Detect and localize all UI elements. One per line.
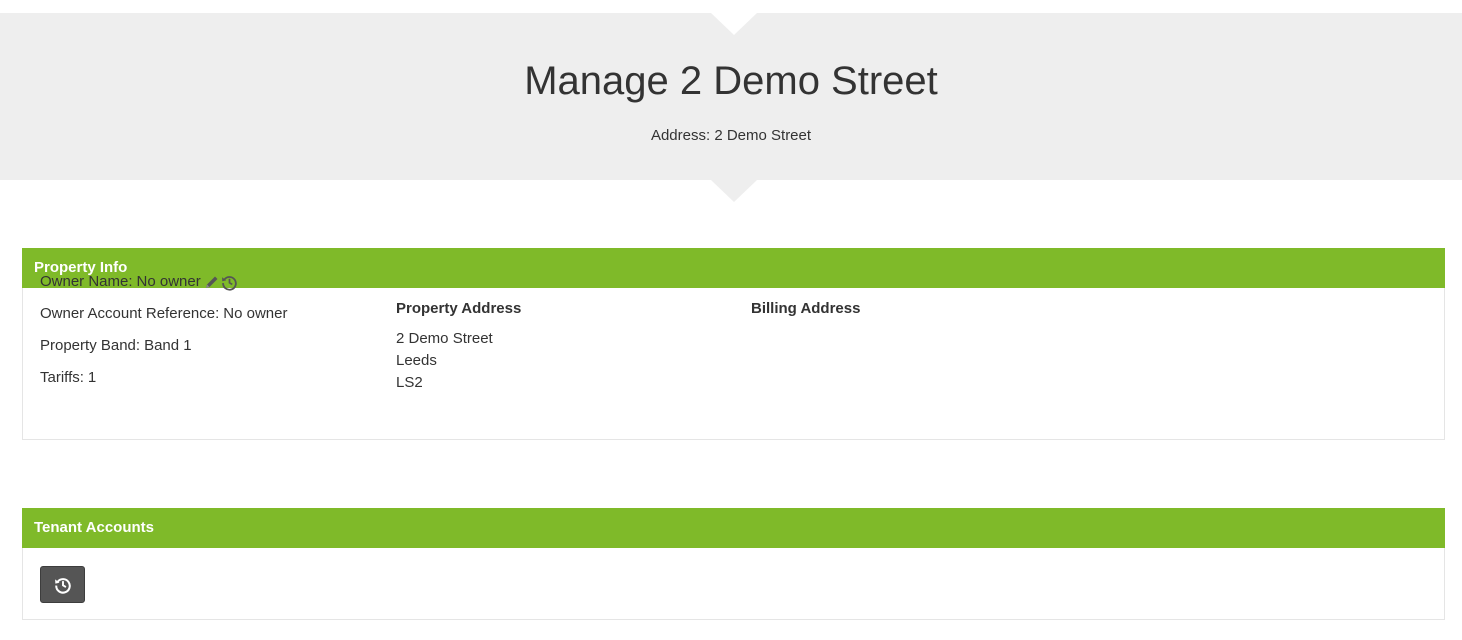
tariffs-row: Tariffs: 1 [40, 362, 287, 394]
owner-name-value: No owner [136, 273, 201, 290]
address-line: Leeds [396, 352, 437, 369]
address-line: 2 Demo Street [396, 330, 493, 347]
owner-details-column: Owner Name: No owner Owner Account Refer… [40, 266, 287, 394]
property-address-column: Property Address 2 Demo Street Leeds LS2 [396, 298, 521, 394]
owner-name-row: Owner Name: No owner [40, 266, 287, 298]
property-band-row: Property Band: Band 1 [40, 330, 287, 362]
owner-name-label: Owner Name: [40, 273, 133, 290]
page-hero: Manage 2 Demo Street Address: 2 Demo Str… [0, 13, 1462, 180]
owner-ref-value: No owner [223, 305, 288, 322]
tariffs-value: 1 [87, 369, 97, 386]
billing-address-column: Billing Address [751, 298, 860, 328]
property-band-label: Property Band: [40, 337, 141, 354]
address-value: 2 Demo Street [714, 127, 812, 144]
tenant-accounts-panel: Tenant Accounts [22, 508, 1445, 620]
tenant-accounts-header: Tenant Accounts [22, 508, 1445, 548]
history-icon [54, 577, 71, 594]
property-address-heading: Property Address [396, 300, 522, 317]
owner-ref-row: Owner Account Reference: No owner [40, 298, 287, 330]
tariffs-label: Tariffs: [40, 369, 84, 386]
address-line: LS2 [396, 374, 423, 391]
pencil-icon[interactable] [203, 273, 221, 291]
address-label: Address: [650, 127, 711, 144]
history-icon[interactable] [221, 273, 239, 291]
property-info-panel: Property Info Owner Name: No owner Owner… [22, 248, 1445, 440]
hero-notch-bottom [711, 180, 757, 202]
property-band-value: Band 1 [144, 337, 192, 354]
page-subtitle: Address: 2 Demo Street [0, 126, 1462, 146]
tenant-history-button[interactable] [40, 566, 85, 603]
page-title: Manage 2 Demo Street [524, 59, 938, 103]
owner-ref-label: Owner Account Reference: [40, 305, 220, 322]
hero-notch-top [711, 13, 757, 35]
billing-address-heading: Billing Address [751, 300, 861, 317]
